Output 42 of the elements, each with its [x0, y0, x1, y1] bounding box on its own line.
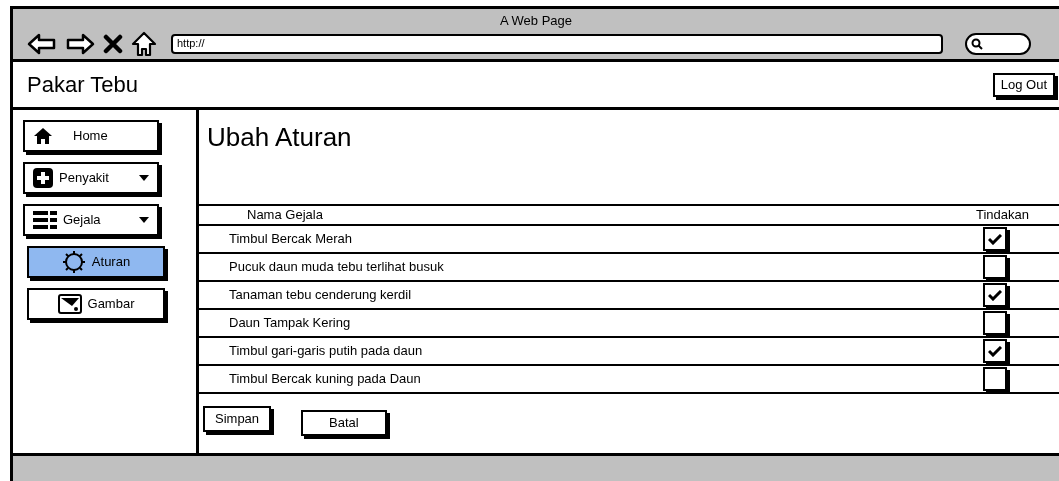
action-button[interactable]: Simpan	[203, 406, 272, 432]
forward-icon[interactable]	[65, 31, 95, 56]
table-cell-text: Timbul gari-garis putih pada daun	[229, 342, 423, 361]
nav-button[interactable]: Penyakit	[23, 162, 159, 194]
home-icon[interactable]	[131, 30, 157, 57]
table-cell-text: Timbul Bercak kuning pada Daun	[229, 370, 421, 389]
check-icon	[988, 345, 1002, 357]
list-icon	[33, 211, 57, 229]
window-title: A Web Page	[499, 12, 572, 30]
table-cell-text: Tanaman tebu cenderung kerdil	[229, 286, 412, 305]
caret-icon	[139, 175, 149, 181]
app-title: Pakar Tebu	[27, 71, 138, 99]
column-header: Tindakan	[976, 206, 1029, 225]
plus-icon	[33, 168, 53, 188]
check-icon	[988, 289, 1002, 301]
nav-button[interactable]: Home	[23, 120, 159, 152]
checkbox[interactable]	[983, 339, 1007, 363]
table-cell-text: Pucuk daun muda tebu terlihat busuk	[229, 258, 444, 277]
check-icon	[988, 233, 1002, 245]
table-cell-text: Daun Tampak Kering	[229, 314, 351, 333]
page-heading: Ubah Aturan	[207, 122, 352, 152]
logout-button[interactable]: Log Out	[992, 72, 1055, 97]
url-field[interactable]: http://	[171, 33, 943, 54]
column-header: Nama Gejala	[247, 206, 323, 225]
caret-icon	[139, 217, 149, 223]
nav-button[interactable]: Aturan	[27, 246, 165, 278]
nav-button[interactable]: Gejala	[23, 204, 159, 236]
image-icon	[57, 294, 82, 314]
search-icon	[971, 37, 983, 50]
back-icon[interactable]	[27, 31, 57, 56]
table-cell-text: Timbul Bercak Merah	[229, 230, 353, 249]
checkbox[interactable]	[983, 311, 1007, 335]
action-button[interactable]: Batal	[301, 410, 387, 436]
checkbox[interactable]	[983, 367, 1007, 391]
search-field[interactable]	[965, 32, 1031, 55]
checkbox[interactable]	[983, 255, 1007, 279]
gear-icon	[61, 250, 86, 274]
checkbox[interactable]	[983, 227, 1007, 251]
nav-button[interactable]: Gambar	[27, 288, 165, 320]
close-icon[interactable]	[103, 33, 123, 54]
home-icon	[33, 127, 53, 145]
checkbox[interactable]	[983, 283, 1007, 307]
